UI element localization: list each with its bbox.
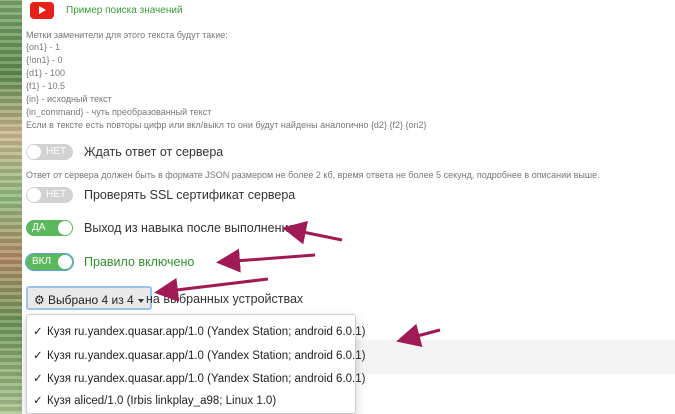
device-option-label: Кузя ru.yandex.quasar.app/1.0 (Yandex St… [47,326,366,338]
device-option[interactable]: ✓ Кузя ru.yandex.quasar.app/1.0 (Yandex S… [33,324,365,338]
checkmark-icon: ✓ [33,373,43,385]
server-response-note: Ответ от сервера должен быть в формате J… [26,170,600,180]
device-dropdown-menu: ✓ Кузя ru.yandex.quasar.app/1.0 (Yandex S… [26,314,365,414]
exit-skill-toggle[interactable]: ДА [26,220,73,236]
gears-icon: ⚙ [34,293,45,307]
device-select-label: Выбрано 4 из 4 [48,293,134,307]
wait-response-label: Ждать ответ от сервера [84,145,224,159]
rule-enabled-toggle[interactable]: ВКЛ [25,253,74,271]
toggle-state: НЕТ [46,146,66,157]
device-option-label: Кузя aliced/1.0 (Irbis linkplay_a98; Lin… [47,395,277,407]
checkmark-icon: ✓ [33,326,43,338]
device-option-label: Кузя ru.yandex.quasar.app/1.0 (Yandex St… [47,373,366,385]
background-band [352,340,675,374]
device-option-label: Кузя ru.yandex.quasar.app/1.0 (Yandex St… [47,350,366,362]
background-photo-strip [0,0,22,414]
toggle-knob [58,255,72,269]
device-option[interactable]: ✓ Кузя aliced/1.0 (Irbis linkplay_a98; Li… [33,393,276,407]
toggle-knob [58,221,72,235]
youtube-icon[interactable] [30,2,54,19]
device-select-button[interactable]: ⚙ Выбрано 4 из 4 [26,286,152,310]
rule-settings-panel: Пример поиска значений Метки заменители … [22,0,675,414]
help-line: Если в тексте есть повторы цифр или вкл/… [26,120,427,130]
ssl-check-toggle[interactable]: НЕТ [26,187,73,203]
exit-skill-label: Выход из навыка после выполнения [84,221,296,235]
toggle-knob [27,145,41,159]
help-line: {f1} - 10.5 [26,81,66,91]
caret-down-icon [137,298,144,303]
help-line: {!on1} - 0 [26,55,63,65]
rule-enabled-label: Правило включено [84,255,195,269]
help-line: {on1} - 1 [26,42,61,52]
ssl-check-label: Проверять SSL сертификат сервера [84,188,296,202]
help-line: {d1} - 100 [26,68,66,78]
wait-response-toggle[interactable]: НЕТ [26,144,73,160]
checkmark-icon: ✓ [33,395,43,407]
toggle-state: ВКЛ [32,256,52,267]
device-option[interactable]: ✓ Кузя ru.yandex.quasar.app/1.0 (Yandex S… [33,348,365,362]
checkmark-icon: ✓ [33,350,43,362]
toggle-state: ДА [32,222,46,233]
device-option[interactable]: ✓ Кузя ru.yandex.quasar.app/1.0 (Yandex S… [33,371,365,385]
devices-trailing-text: на выбранных устройствах [146,292,304,306]
help-line: {in_command} - чуть преобразованный текс… [26,107,212,117]
help-line: {in} - исходный текст [26,94,112,104]
toggle-knob [27,188,41,202]
example-link[interactable]: Пример поиска значений [66,5,183,16]
toggle-state: НЕТ [46,189,66,200]
